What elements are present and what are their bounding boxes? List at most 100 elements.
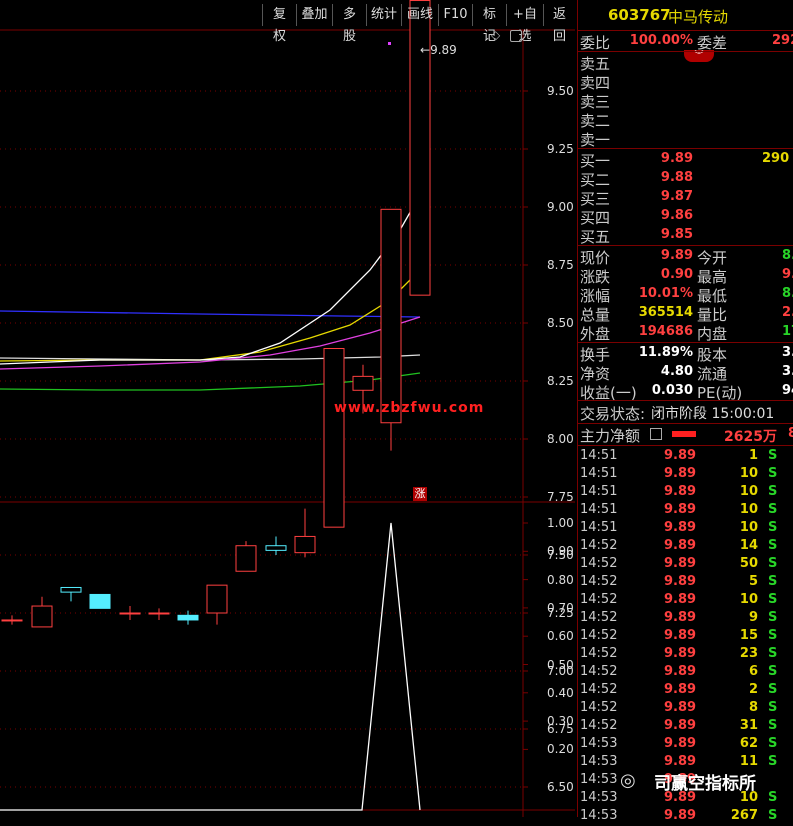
stat-l1: 净资 xyxy=(580,365,611,383)
tick-bs: S xyxy=(768,520,778,535)
buy-price: 9.89 xyxy=(660,151,693,166)
stat-row: 涨幅 10.01% 最低 8. xyxy=(578,285,793,305)
tick-vol: 31 xyxy=(739,718,758,733)
tick-price: 9.89 xyxy=(664,538,697,553)
tick-time: 14:51 xyxy=(580,502,618,517)
high-price-value: 9.89 xyxy=(430,43,457,57)
tick-bs: S xyxy=(768,736,778,751)
tick-bs: S xyxy=(768,628,778,643)
stat-l1: 现价 xyxy=(580,249,611,267)
buy-level-row: 买一 9.89 290 xyxy=(578,150,793,170)
tick-vol: 23 xyxy=(739,646,758,661)
indicator-tick: 0.20 xyxy=(547,742,574,757)
moving-averages xyxy=(0,194,421,391)
webi-value: 100.00% xyxy=(629,33,693,48)
tick-bs: S xyxy=(768,484,778,499)
tick-price: 9.89 xyxy=(664,448,697,463)
tick-price: 9.89 xyxy=(664,628,697,643)
price-tick: 9.00 xyxy=(547,200,574,214)
tick-vol: 6 xyxy=(748,664,758,679)
tick-row: 14:53 9.89 267 S xyxy=(578,808,793,826)
toolbar-button-2[interactable]: 多股 xyxy=(332,4,366,44)
tick-vol: 14 xyxy=(739,538,758,553)
tick-time: 14:51 xyxy=(580,484,618,499)
buy-price: 9.86 xyxy=(660,208,693,223)
buy-vol: 290 xyxy=(762,151,790,166)
tick-row: 14:51 9.89 10 S xyxy=(578,466,793,484)
tick-row: 14:52 9.89 10 S xyxy=(578,592,793,610)
price-tick: 6.50 xyxy=(547,780,574,794)
trade-status-row: 交易状态: 闭市阶段 15:00:01 xyxy=(578,403,793,423)
candle-body xyxy=(235,545,257,572)
indicator-tick: 0.30 xyxy=(547,714,574,729)
list-icon[interactable] xyxy=(650,428,662,440)
candle-body xyxy=(60,586,82,593)
stat-row: 净资 4.80 流通 3.07 xyxy=(578,363,793,383)
diamond-icon[interactable]: ◇ xyxy=(491,28,500,42)
buy-label: 买一 xyxy=(580,152,611,170)
stat-l1: 涨跌 xyxy=(580,268,611,286)
tick-vol: 50 xyxy=(739,556,758,571)
stat-v2: 8. xyxy=(782,286,793,301)
toolbar-button-8[interactable]: 返回 xyxy=(543,4,575,44)
toolbar-button-1[interactable]: 叠加 xyxy=(296,4,332,26)
toolbar-button-6[interactable]: 标记 xyxy=(472,4,506,44)
tick-row: 14:52 9.89 31 S xyxy=(578,718,793,736)
stat-l2: 内盘 xyxy=(697,325,728,343)
tick-time: 14:52 xyxy=(580,718,618,733)
marker-dot xyxy=(388,42,391,45)
stat-l1: 涨幅 xyxy=(580,287,611,305)
candle-body xyxy=(265,545,287,551)
tick-bs: S xyxy=(768,466,778,481)
price-tick: 7.75 xyxy=(547,490,574,504)
sell-level-label: 卖五 xyxy=(580,55,611,73)
buy-price: 9.88 xyxy=(660,170,693,185)
stat-l2: 最低 xyxy=(697,287,728,305)
stock-name: 中马传动 xyxy=(668,8,729,26)
sell-level-row: 卖四 xyxy=(578,72,793,92)
candle-body xyxy=(380,208,402,424)
quote-panel: 603767 中马传动 委比 100.00% 委差 292 ︾ 卖五卖四卖三卖二… xyxy=(577,0,793,823)
tick-row: 14:52 9.89 5 S xyxy=(578,574,793,592)
tick-vol: 5 xyxy=(748,574,758,589)
tick-row: 14:52 9.89 6 S xyxy=(578,664,793,682)
tick-time: 14:52 xyxy=(580,628,618,643)
tick-row: 14:51 9.89 10 S xyxy=(578,484,793,502)
tick-time: 14:52 xyxy=(580,664,618,679)
candle-body xyxy=(31,605,53,628)
tick-row: 14:52 9.89 15 S xyxy=(578,628,793,646)
main-flow-row: 主力净额 2625万 8 xyxy=(578,425,793,445)
tick-time: 14:53 xyxy=(580,772,618,787)
toolbar-button-3[interactable]: 统计 xyxy=(366,4,401,26)
stock-header: 603767 中马传动 xyxy=(578,6,793,30)
tick-time: 14:52 xyxy=(580,610,618,625)
wechat-icon: ◎ xyxy=(620,770,636,791)
price-tick: 9.25 xyxy=(547,142,574,156)
price-tick: 8.00 xyxy=(547,432,574,446)
toolbar-button-5[interactable]: F10 xyxy=(438,4,472,26)
kline-chart[interactable] xyxy=(0,0,577,817)
stat-v1: 0.90 xyxy=(660,267,693,282)
tick-row: 14:52 9.89 14 S xyxy=(578,538,793,556)
candle-body xyxy=(1,619,23,622)
tick-row: 14:53 9.89 62 S xyxy=(578,736,793,754)
tick-price: 9.89 xyxy=(664,592,697,607)
tick-time: 14:52 xyxy=(580,700,618,715)
tick-time: 14:53 xyxy=(580,790,618,805)
sell-level-label: 卖二 xyxy=(580,112,611,130)
toolbar-button-7[interactable]: +自选 xyxy=(506,4,543,44)
toolbar-button-4[interactable]: 画线 xyxy=(401,4,438,26)
buy-level-row: 买三 9.87 xyxy=(578,188,793,208)
indicator-line xyxy=(0,522,421,811)
indicator-tick: 0.80 xyxy=(547,572,574,587)
chart-toolbar: 复权 叠加 多股 统计 画线 F10 标记 +自选 返回 xyxy=(0,4,575,44)
tick-time: 14:52 xyxy=(580,556,618,571)
toolbar-button-0[interactable]: 复权 xyxy=(262,4,296,44)
stat-v1: 11.89% xyxy=(638,345,693,360)
indicator-tick: 0.70 xyxy=(547,600,574,615)
window-icon[interactable] xyxy=(510,30,522,42)
limit-up-marker: 涨 xyxy=(413,487,427,501)
tick-row: 14:52 9.89 2 S xyxy=(578,682,793,700)
tick-bs: S xyxy=(768,754,778,769)
tick-vol: 10 xyxy=(739,484,758,499)
